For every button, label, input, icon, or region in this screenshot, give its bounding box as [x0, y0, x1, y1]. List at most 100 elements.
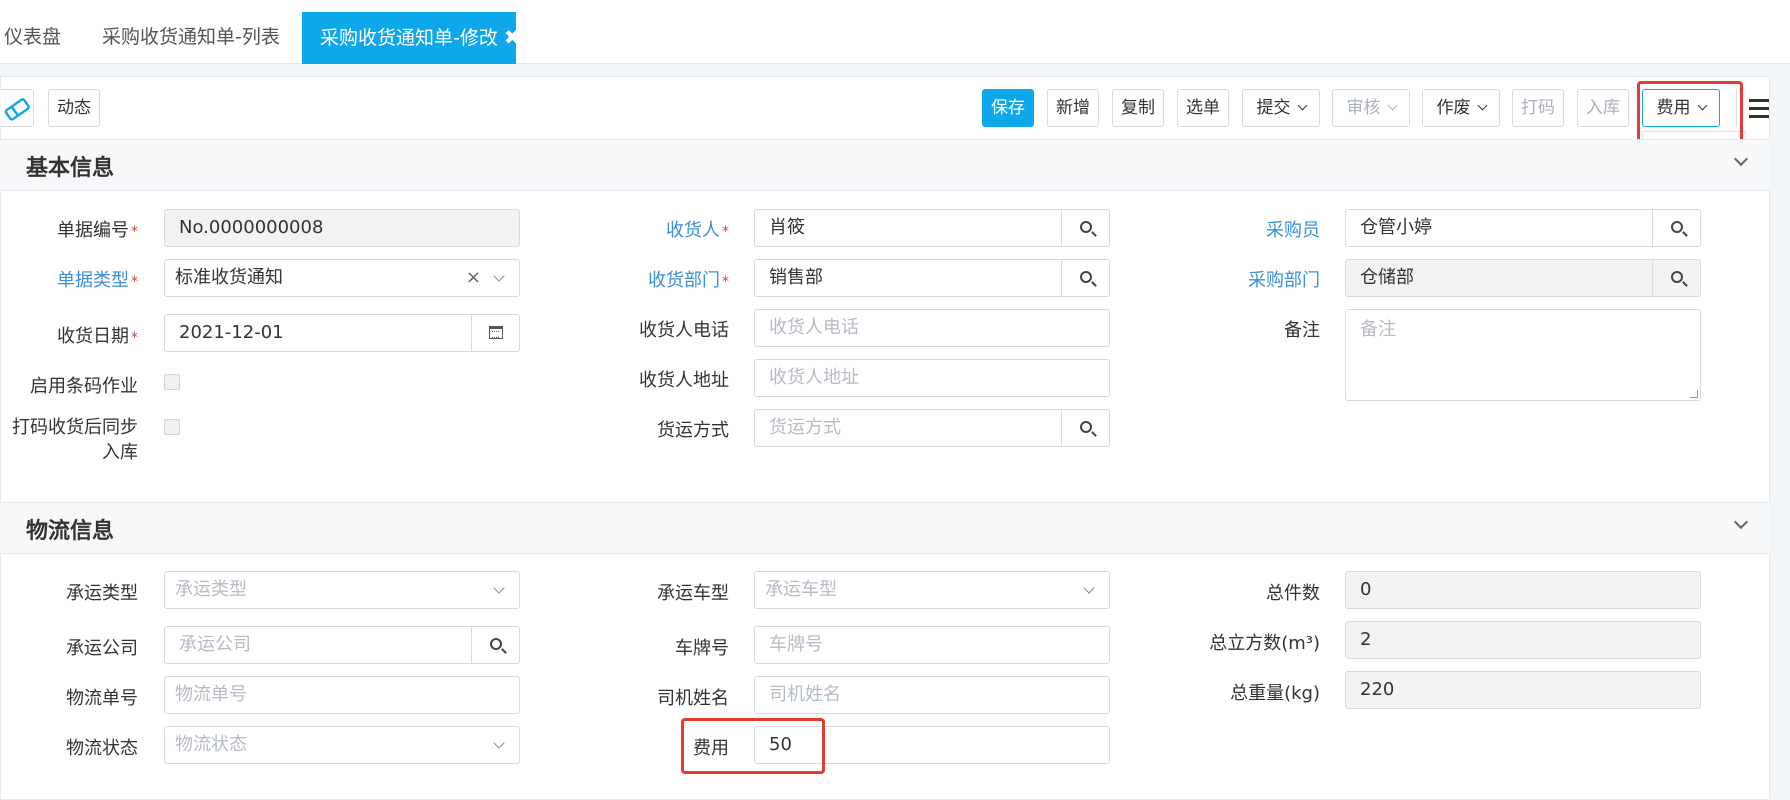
carrier-company-field[interactable]: 承运公司: [164, 626, 520, 664]
void-dropdown[interactable]: 作废: [1422, 89, 1500, 127]
total-weight-label: 总重量(kg): [1230, 683, 1320, 704]
tab-label: 仪表盘: [4, 26, 62, 48]
barcode-checkbox[interactable]: [164, 374, 180, 390]
shipping-search-button[interactable]: [1061, 410, 1109, 446]
buy-dept-field[interactable]: 仓储部: [1345, 259, 1701, 297]
doc-type-value: 标准收货通知: [175, 267, 283, 288]
label-text: 收货部门: [648, 270, 720, 291]
logistics-status-placeholder: 物流状态: [175, 734, 247, 755]
plate-no-input[interactable]: 车牌号: [754, 626, 1110, 664]
label-text: 单据编号: [57, 220, 129, 241]
doc-type-label: 单据类型 *: [57, 266, 138, 292]
carrier-company-search-button[interactable]: [471, 627, 519, 663]
receive-date-label: 收货日期 *: [57, 322, 138, 348]
total-weight-field[interactable]: 220: [1345, 671, 1701, 709]
dynamic-button[interactable]: 动态: [48, 89, 100, 127]
tab-label: 采购收货通知单-修改: [320, 27, 498, 49]
shipping-label: 货运方式: [657, 420, 729, 441]
receive-dept-label: 收货部门 *: [648, 266, 729, 292]
chevron-down-icon[interactable]: [1733, 514, 1749, 530]
buyer-search-button[interactable]: [1652, 210, 1700, 246]
receiver-phone-input[interactable]: 收货人电话: [754, 309, 1110, 347]
doc-no-field[interactable]: No.0000000008: [164, 209, 520, 247]
sync-inbound-checkbox[interactable]: [164, 419, 180, 435]
buy-dept-label: 采购部门: [1248, 270, 1320, 291]
buy-dept-value: 仓储部: [1360, 267, 1414, 288]
total-volume-label: 总立方数(m³): [1209, 633, 1320, 654]
chevron-down-icon: [1297, 100, 1307, 111]
receiver-phone-label: 收货人电话: [639, 320, 729, 341]
total-pieces-field[interactable]: 0: [1345, 571, 1701, 609]
copy-button[interactable]: 复制: [1112, 89, 1164, 127]
chevron-down-icon: [493, 737, 505, 749]
carrier-company-label: 承运公司: [66, 638, 138, 659]
date-picker-button[interactable]: [471, 315, 519, 351]
inbound-button[interactable]: 入库: [1577, 89, 1629, 127]
submit-dropdown[interactable]: 提交: [1242, 89, 1320, 127]
logistics-status-select[interactable]: 物流状态: [164, 726, 520, 764]
search-icon: [1080, 271, 1092, 283]
label-line: 入库: [102, 442, 138, 463]
required-mark: *: [722, 274, 729, 290]
carrier-type-placeholder: 承运类型: [175, 579, 247, 600]
buy-dept-search-button[interactable]: [1652, 260, 1700, 296]
save-button[interactable]: 保存: [982, 89, 1034, 127]
search-icon: [490, 638, 502, 650]
tracking-no-input[interactable]: 物流单号: [164, 676, 520, 714]
search-icon: [1671, 271, 1683, 283]
barcode-label: 启用条码作业: [30, 376, 138, 397]
section-title: 物流信息: [26, 519, 115, 544]
search-icon: [1080, 221, 1092, 233]
eraser-icon[interactable]: [0, 89, 34, 127]
receive-dept-search-button[interactable]: [1061, 260, 1109, 296]
label-text: 收货人: [666, 220, 720, 241]
receive-date-value: 2021-12-01: [179, 322, 284, 343]
logistics-info-header[interactable]: 物流信息: [0, 502, 1770, 554]
search-icon: [1080, 421, 1092, 433]
carrier-type-label: 承运类型: [66, 583, 138, 604]
buyer-field[interactable]: 仓管小婷: [1345, 209, 1701, 247]
vehicle-type-select[interactable]: 承运车型: [754, 571, 1110, 609]
receiver-addr-input[interactable]: 收货人地址: [754, 359, 1110, 397]
submit-label: 提交: [1256, 98, 1291, 118]
select-order-button[interactable]: 选单: [1177, 89, 1229, 127]
vehicle-type-placeholder: 承运车型: [765, 579, 837, 600]
receiver-field[interactable]: 肖筱: [754, 209, 1110, 247]
chevron-down-icon: [1477, 100, 1487, 111]
tab-bar: 仪表盘 采购收货通知单-列表 采购收货通知单-修改 ✖: [0, 0, 1790, 64]
tab-receipt-notice-edit[interactable]: 采购收货通知单-修改 ✖: [302, 12, 521, 64]
basic-info-header[interactable]: 基本信息: [0, 139, 1770, 191]
receiver-label: 收货人 *: [666, 216, 729, 242]
doc-type-select[interactable]: 标准收货通知 ×: [164, 259, 520, 297]
chevron-down-icon[interactable]: [1733, 151, 1749, 167]
required-mark: *: [131, 330, 138, 346]
receiver-value: 肖筱: [769, 217, 805, 238]
total-pieces-label: 总件数: [1266, 583, 1320, 604]
receive-dept-field[interactable]: 销售部: [754, 259, 1110, 297]
vehicle-type-label: 承运车型: [657, 583, 729, 604]
carrier-company-placeholder: 承运公司: [179, 634, 251, 655]
clear-icon[interactable]: ×: [466, 260, 481, 296]
driver-name-input[interactable]: 司机姓名: [754, 676, 1110, 714]
receive-date-field[interactable]: 2021-12-01: [164, 314, 520, 352]
remark-placeholder: 备注: [1360, 319, 1396, 340]
shipping-field[interactable]: 货运方式: [754, 409, 1110, 447]
tab-dashboard[interactable]: 仪表盘: [0, 12, 79, 64]
add-button[interactable]: 新增: [1047, 89, 1099, 127]
plate-no-label: 车牌号: [675, 638, 729, 659]
remark-textarea[interactable]: 备注: [1345, 309, 1701, 401]
resize-handle-icon[interactable]: [1690, 390, 1698, 398]
required-mark: *: [722, 224, 729, 240]
carrier-type-select[interactable]: 承运类型: [164, 571, 520, 609]
chevron-down-icon: [493, 582, 505, 594]
close-icon[interactable]: ✖: [504, 25, 521, 49]
label-line: 打码收货后同步: [12, 417, 138, 438]
chevron-down-icon: [1083, 582, 1095, 594]
chevron-down-icon: [493, 270, 505, 282]
tab-receipt-notice-list[interactable]: 采购收货通知单-列表: [84, 12, 298, 64]
receiver-search-button[interactable]: [1061, 210, 1109, 246]
print-code-button[interactable]: 打码: [1512, 89, 1564, 127]
total-volume-field[interactable]: 2: [1345, 621, 1701, 659]
audit-dropdown[interactable]: 审核: [1332, 89, 1410, 127]
section-title: 基本信息: [26, 156, 115, 181]
